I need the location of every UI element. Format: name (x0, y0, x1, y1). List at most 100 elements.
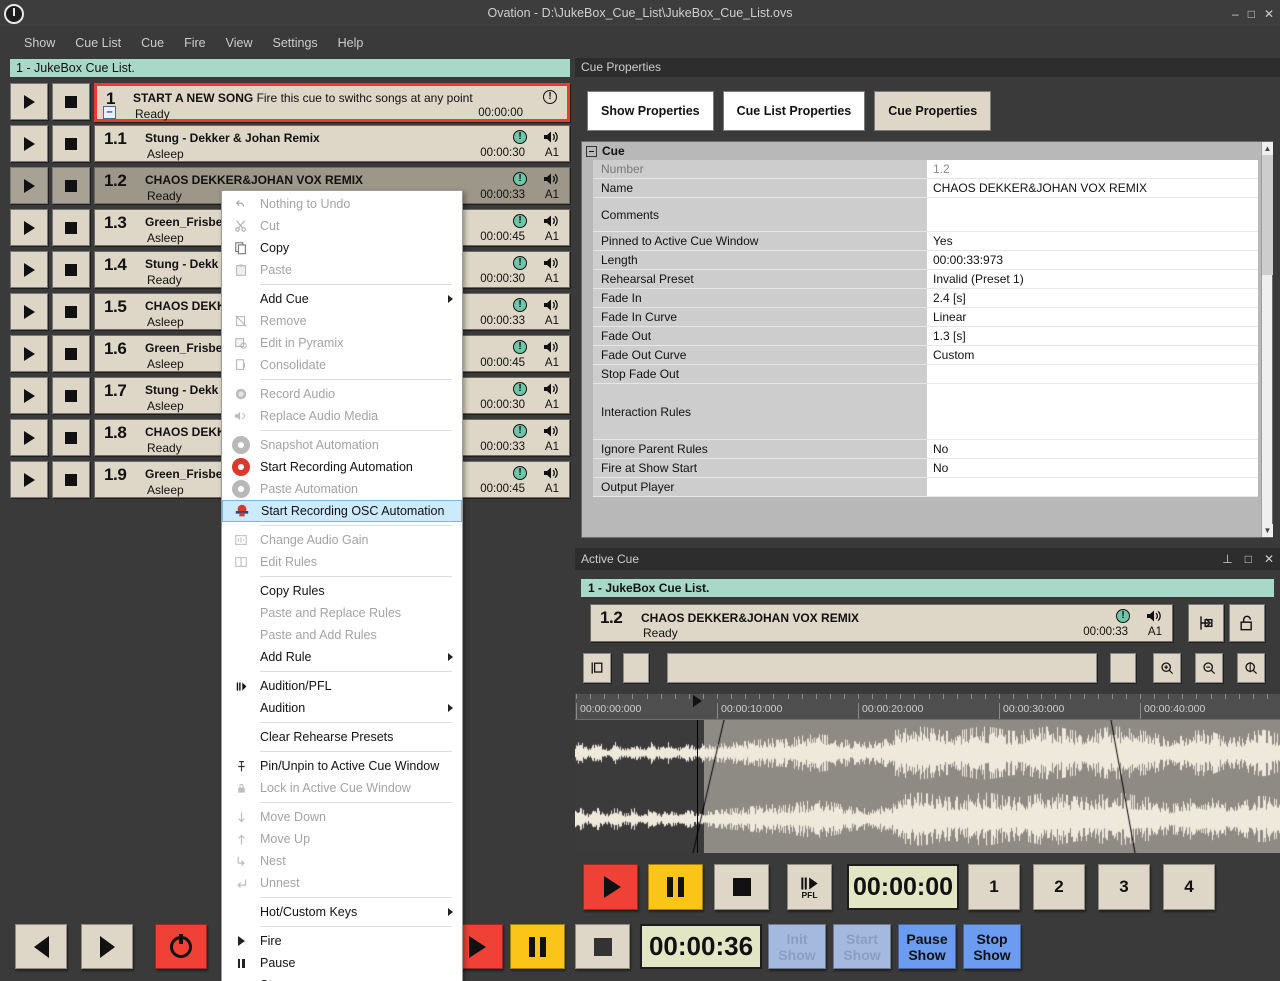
cue-fire-button[interactable] (10, 419, 48, 456)
tab-show-properties[interactable]: Show Properties (587, 91, 714, 131)
zoom-out-button[interactable] (1195, 653, 1223, 683)
init-show-button[interactable]: Init Show (768, 924, 826, 969)
playhead-marker[interactable] (693, 695, 702, 707)
maximize-button[interactable]: □ (1248, 8, 1255, 20)
context-menu-item-pin-unpin-to-active-cue-window[interactable]: Pin/Unpin to Active Cue Window (222, 755, 462, 777)
property-value[interactable]: 00:00:33:973 (927, 251, 1258, 269)
property-value[interactable]: 2.4 [s] (927, 289, 1258, 307)
properties-group-header[interactable]: – Cue (582, 142, 1272, 160)
menu-show[interactable]: Show (14, 33, 65, 53)
pause-button[interactable] (648, 864, 703, 910)
context-menu-item-audition-pfl[interactable]: Audition/PFL (222, 675, 462, 697)
property-value[interactable]: 1.3 [s] (927, 327, 1258, 345)
cue-stop-button[interactable] (52, 461, 90, 498)
menu-cue-list[interactable]: Cue List (65, 33, 131, 53)
property-value[interactable]: Custom (927, 346, 1258, 364)
menu-fire[interactable]: Fire (174, 33, 216, 53)
tab-cue-properties[interactable]: Cue Properties (874, 91, 992, 131)
preset-2-button[interactable]: 2 (1033, 864, 1085, 910)
cue-fire-button[interactable] (10, 335, 48, 372)
context-menu-item-start-recording-automation[interactable]: Start Recording Automation (222, 456, 462, 478)
cue-body[interactable]: 1 START A NEW SONG Fire this cue to swith… (94, 83, 570, 122)
cue-fire-button[interactable] (10, 125, 48, 162)
waveform-display[interactable] (575, 720, 1280, 853)
cue-collapse-toggle[interactable]: – (103, 106, 116, 119)
cue-row[interactable]: 1 START A NEW SONG Fire this cue to swith… (10, 83, 570, 122)
cue-stop-button[interactable] (52, 125, 90, 162)
blank-field-button[interactable] (623, 653, 649, 683)
properties-scrollbar[interactable]: ▲ ▼ (1261, 142, 1273, 537)
context-menu-item-add-cue[interactable]: Add Cue (222, 288, 462, 310)
property-row[interactable]: Comments (593, 198, 1258, 232)
property-value[interactable]: No (927, 459, 1258, 477)
cue-body[interactable]: 1.1 Stung - Dekker & Johan Remix Asleep 00:… (94, 125, 570, 162)
pause-button-left[interactable] (510, 924, 565, 969)
property-row[interactable]: Interaction Rules (593, 384, 1258, 440)
menu-cue[interactable]: Cue (131, 33, 174, 53)
property-value[interactable] (927, 384, 1258, 439)
active-cue-row[interactable]: 1.2 CHAOS DEKKER&JOHAN VOX REMIX Ready 0… (590, 604, 1173, 642)
close-icon[interactable]: ✕ (1264, 552, 1274, 566)
cue-stop-button[interactable] (52, 335, 90, 372)
property-value[interactable]: Linear (927, 308, 1258, 326)
pin-icon[interactable]: ⊥ (1222, 552, 1232, 566)
preset-1-button[interactable]: 1 (968, 864, 1020, 910)
cue-stop-button[interactable] (52, 293, 90, 330)
context-menu-item-copy[interactable]: Copy (222, 237, 462, 259)
blank-field-2-button[interactable] (1110, 653, 1136, 683)
preset-3-button[interactable]: 3 (1098, 864, 1150, 910)
timeline-field[interactable] (667, 653, 1097, 683)
cue-row[interactable]: 1.1 Stung - Dekker & Johan Remix Asleep 00:… (10, 125, 570, 164)
cue-fire-button[interactable] (10, 167, 48, 204)
menu-settings[interactable]: Settings (262, 33, 327, 53)
property-value[interactable] (927, 198, 1258, 231)
cue-fire-button[interactable] (10, 209, 48, 246)
power-button[interactable] (155, 924, 207, 969)
menu-view[interactable]: View (216, 33, 263, 53)
context-menu-item-audition[interactable]: Audition (222, 697, 462, 719)
cue-stop-button[interactable] (52, 251, 90, 288)
context-menu-item-hot-custom-keys[interactable]: Hot/Custom Keys (222, 901, 462, 923)
property-row[interactable]: Fade In Curve Linear (593, 308, 1258, 327)
stop-button-left[interactable] (575, 924, 630, 969)
property-row[interactable]: Fade Out 1.3 [s] (593, 327, 1258, 346)
group-collapse-toggle[interactable]: – (586, 145, 597, 157)
property-row[interactable]: Ignore Parent Rules No (593, 440, 1258, 459)
cue-stop-button[interactable] (52, 167, 90, 204)
cue-context-menu[interactable]: Nothing to Undo Cut Copy Paste Add Cue Remove… (221, 190, 463, 981)
stop-button[interactable] (714, 864, 769, 910)
property-value[interactable]: No (927, 440, 1258, 458)
cue-fire-button[interactable] (10, 251, 48, 288)
property-value[interactable]: Yes (927, 232, 1258, 250)
cue-fire-button[interactable] (10, 461, 48, 498)
context-menu-item-fire[interactable]: Fire (222, 930, 462, 952)
property-value[interactable] (927, 478, 1258, 496)
cue-fire-button[interactable] (10, 83, 48, 120)
next-button[interactable] (81, 924, 133, 969)
property-row[interactable]: Stop Fade Out (593, 365, 1258, 384)
unlock-button[interactable] (1229, 604, 1265, 642)
marker-button[interactable] (583, 653, 611, 683)
tab-cue-list-properties[interactable]: Cue List Properties (722, 91, 866, 131)
playhead-line[interactable] (697, 720, 698, 853)
pin-unpin-button[interactable] (1188, 604, 1224, 642)
start-show-button[interactable]: Start Show (833, 924, 891, 969)
property-row[interactable]: Number 1.2 (593, 160, 1258, 179)
cue-stop-button[interactable] (52, 419, 90, 456)
context-menu-item-pause[interactable]: Pause (222, 952, 462, 974)
property-row[interactable]: Output Player (593, 478, 1258, 497)
cue-fire-button[interactable] (10, 293, 48, 330)
property-row[interactable]: Length 00:00:33:973 (593, 251, 1258, 270)
maximize-icon[interactable]: □ (1245, 552, 1252, 566)
context-menu-item-clear-rehearse-presets[interactable]: Clear Rehearse Presets (222, 726, 462, 748)
cue-stop-button[interactable] (52, 209, 90, 246)
pause-show-button[interactable]: Pause Show (898, 924, 956, 969)
scroll-up-icon[interactable]: ▲ (1262, 142, 1273, 155)
context-menu-item-add-rule[interactable]: Add Rule (222, 646, 462, 668)
property-value[interactable]: 1.2 (927, 160, 1258, 178)
zoom-in-button[interactable] (1153, 653, 1181, 683)
property-row[interactable]: Fade Out Curve Custom (593, 346, 1258, 365)
scroll-down-icon[interactable]: ▼ (1262, 524, 1273, 537)
context-menu-item-start-recording-osc-automation[interactable]: Start Recording OSC Automation (222, 500, 462, 522)
preset-4-button[interactable]: 4 (1163, 864, 1215, 910)
